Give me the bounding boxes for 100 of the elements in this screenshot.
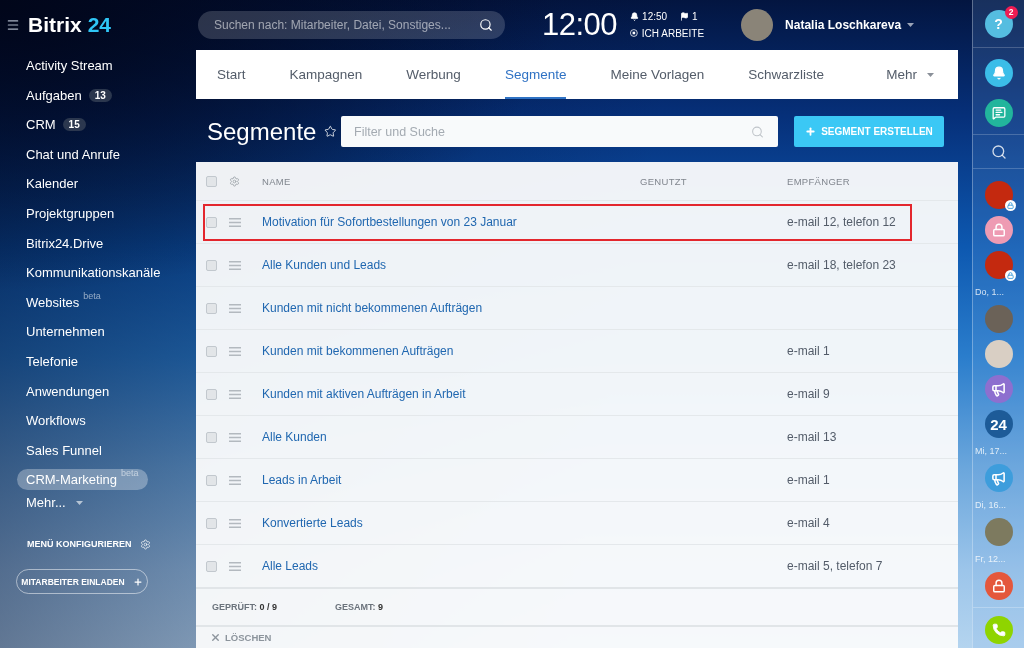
segment-link[interactable]: Alle Kunden	[262, 430, 327, 444]
chat-icon[interactable]	[984, 99, 1013, 127]
sidebar-item[interactable]: Aufgaben 13	[17, 84, 121, 106]
user-avatar[interactable]	[741, 9, 774, 41]
segment-link[interactable]: Leads in Arbeit	[262, 473, 342, 487]
filter-field[interactable]: Filter und Suche	[341, 116, 778, 147]
drag-handle-icon[interactable]	[229, 561, 241, 571]
page-title: Segmente	[207, 117, 317, 146]
drag-handle-icon[interactable]	[229, 217, 241, 227]
settings-icon	[139, 538, 151, 550]
segment-link[interactable]: Kunden mit nicht bekommenen Aufträgen	[262, 301, 483, 315]
search-icon[interactable]	[990, 143, 1007, 160]
tab[interactable]: Werbung	[406, 50, 461, 99]
caret-icon	[927, 72, 934, 77]
lock-icon[interactable]	[984, 216, 1013, 244]
sidebar-item[interactable]: Activity Stream	[17, 55, 122, 76]
sidebar-item[interactable]: Websites beta	[17, 291, 110, 313]
plus-icon	[132, 576, 143, 587]
sidebar-item[interactable]: Kalender	[17, 173, 88, 195]
sidebar-item[interactable]: Sales Funnel	[17, 439, 111, 461]
row-checkbox[interactable]	[206, 302, 217, 314]
clock: 12:00	[542, 7, 618, 43]
caret-icon	[75, 500, 83, 505]
sidebar-item[interactable]: Bitrix24.Drive	[17, 232, 113, 254]
date-label: Di, 16...	[975, 499, 1006, 511]
beta-tag: beta	[121, 468, 139, 479]
sidebar-item[interactable]: Kommunikationskanäle	[17, 262, 170, 284]
row-checkbox[interactable]	[206, 259, 217, 271]
search-icon[interactable]	[479, 18, 493, 32]
checked-count: GEPRÜFT: 0 / 9	[212, 602, 278, 612]
row-checkbox[interactable]	[206, 388, 217, 400]
drag-handle-icon[interactable]	[229, 260, 241, 270]
tab[interactable]: Kampagnen	[289, 50, 363, 99]
sidebar-item[interactable]: Workflows	[17, 410, 95, 432]
recipients-cell: e-mail 4	[787, 516, 830, 530]
bell-icon[interactable]	[984, 59, 1013, 87]
sidebar-item[interactable]: Anwendungen	[17, 380, 119, 402]
sidebar-item[interactable]: Chat und Anrufe	[17, 143, 129, 165]
row-checkbox[interactable]	[206, 517, 217, 529]
segment-link[interactable]: Alle Kunden und Leads	[262, 258, 387, 272]
tab[interactable]: Schwarzliste	[748, 50, 825, 99]
segment-link[interactable]: Kunden mit aktiven Aufträgen in Arbeit	[262, 387, 466, 401]
star-icon[interactable]	[324, 123, 337, 140]
recipients-cell: e-mail 1	[787, 473, 830, 487]
sidebar-item[interactable]: Projektgruppen	[17, 202, 124, 224]
megaphone-icon[interactable]	[984, 375, 1013, 403]
row-checkbox[interactable]	[206, 431, 217, 443]
total-count: GESAMT: 9	[335, 602, 384, 612]
drag-handle-icon[interactable]	[229, 389, 241, 399]
megaphone-icon[interactable]	[984, 464, 1013, 492]
flag-count: 1	[692, 11, 698, 22]
more-menu[interactable]: Mehr...	[17, 492, 92, 514]
more-tab[interactable]: Mehr	[886, 50, 934, 99]
avatar-photo[interactable]	[984, 251, 1013, 279]
configure-menu-link[interactable]: MENÜ KONFIGURIEREN	[27, 537, 151, 552]
drag-handle-icon[interactable]	[229, 475, 241, 485]
plus-icon	[805, 126, 817, 137]
close-icon	[210, 632, 221, 643]
drag-handle-icon[interactable]	[229, 303, 241, 313]
flag-icon	[680, 12, 690, 21]
sidebar-item[interactable]: Telefonie	[17, 350, 88, 372]
lock-icon[interactable]	[984, 572, 1013, 600]
tab[interactable]: Start	[217, 50, 246, 99]
recipients-cell: e-mail 9	[787, 387, 830, 401]
recipients-cell: e-mail 12, telefon 12	[787, 215, 896, 229]
bell-icon	[630, 12, 640, 21]
row-checkbox[interactable]	[206, 474, 217, 486]
segment-link[interactable]: Motivation für Sofortbestellungen von 23 Januar	[262, 215, 517, 229]
beta-tag: beta	[83, 290, 101, 301]
date-label: Do, 1...	[975, 286, 1004, 298]
sidebar-item[interactable]: CRM 15	[17, 114, 95, 136]
tab[interactable]: Meine Vorlagen	[610, 50, 705, 99]
user-name[interactable]: Natalia Loschkareva	[785, 18, 902, 32]
row-checkbox[interactable]	[206, 345, 217, 357]
recipients-cell: e-mail 5, telefon 7	[787, 559, 883, 573]
tab[interactable]: Segmente	[504, 50, 567, 99]
recipients-cell: e-mail 13	[787, 430, 837, 444]
segment-link[interactable]: Alle Leads	[262, 559, 319, 573]
sidebar-item[interactable]: Unternehmen	[17, 321, 114, 343]
recipients-cell: e-mail 18, telefon 23	[787, 258, 896, 272]
recipients-cell: e-mail 1	[787, 344, 830, 358]
date-label: Mi, 17...	[975, 445, 1007, 457]
avatar-photo[interactable]	[984, 181, 1013, 209]
notification-badge: 2	[1004, 5, 1018, 19]
segment-link[interactable]: Kunden mit bekommenen Aufträgen	[262, 344, 454, 358]
alarm-time: 12:50	[642, 11, 668, 22]
menu-icon[interactable]	[6, 18, 20, 32]
row-checkbox[interactable]	[206, 560, 217, 572]
select-all-checkbox[interactable]	[206, 175, 217, 187]
logo[interactable]: Bitrix 24	[28, 13, 112, 37]
chat-avatar[interactable]: 24	[984, 410, 1013, 438]
segment-link[interactable]: Konvertierte Leads	[262, 516, 363, 530]
drag-handle-icon[interactable]	[229, 518, 241, 528]
phone-icon[interactable]	[984, 616, 1013, 644]
row-checkbox[interactable]	[206, 216, 217, 228]
drag-handle-icon[interactable]	[229, 432, 241, 442]
drag-handle-icon[interactable]	[229, 346, 241, 356]
work-status-button[interactable]: ICH ARBEITE	[630, 27, 705, 39]
settings-icon[interactable]	[229, 175, 240, 187]
stop-circle-icon	[630, 27, 638, 39]
